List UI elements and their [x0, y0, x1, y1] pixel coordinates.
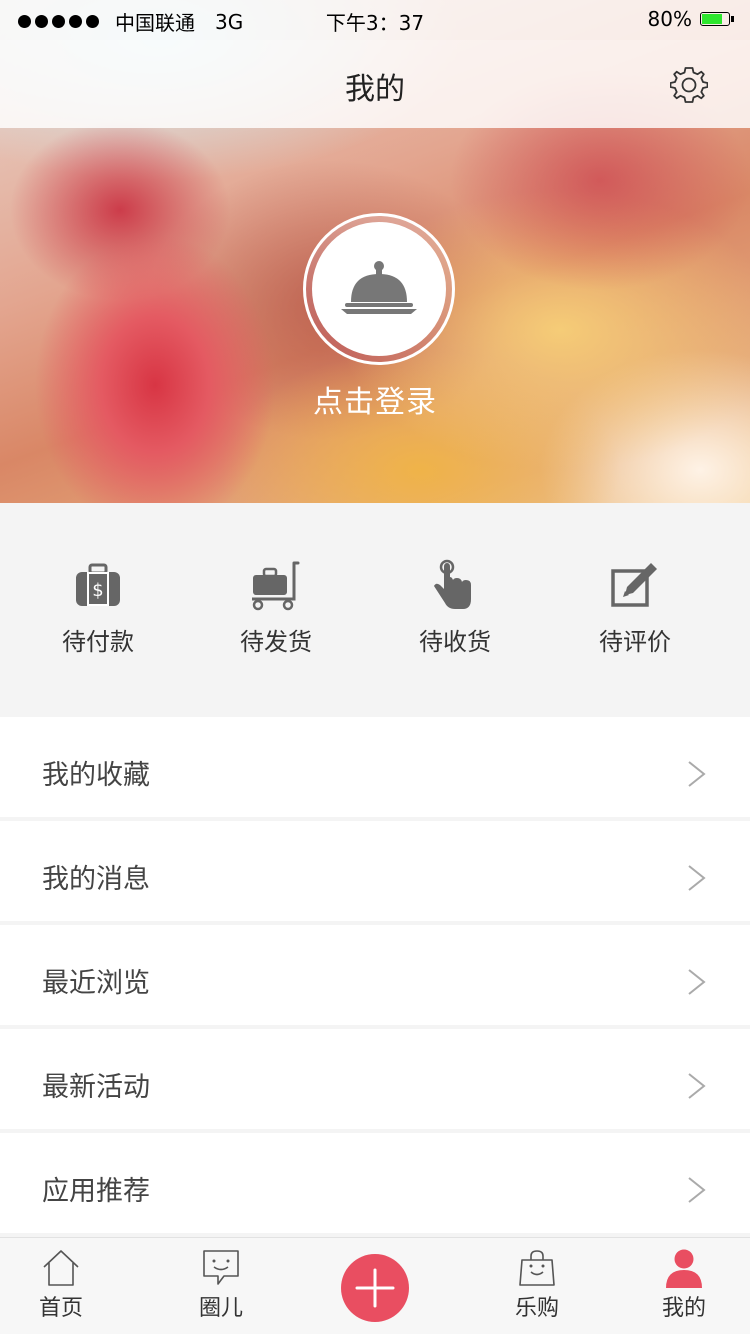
avatar [312, 222, 446, 356]
pending-review-label: 待评价 [599, 628, 671, 656]
settings-menu: 我的收藏 我的消息 最近浏览 最新活动 应用推荐 [0, 717, 750, 1237]
battery-icon [700, 12, 734, 26]
home-icon [43, 1250, 79, 1286]
pending-shipment-label: 待发货 [240, 628, 312, 656]
clock: 下午3：37 [325, 11, 425, 35]
menu-item-label: 我的收藏 [42, 760, 150, 791]
page-title: 我的 [345, 72, 405, 107]
menu-item-activities[interactable]: 最新活动 [0, 1029, 750, 1129]
menu-item-label: 最近浏览 [42, 968, 150, 999]
pending-review-button[interactable]: 待评价 [545, 559, 725, 669]
luggage-cart-icon [252, 561, 300, 611]
chevron-right-icon [688, 865, 706, 891]
chevron-right-icon [688, 1177, 706, 1203]
pending-receipt-button[interactable]: 待收货 [365, 559, 545, 669]
navigation-bar: 我的 [0, 40, 750, 128]
tab-circle-label: 圈儿 [198, 1296, 243, 1321]
settings-button[interactable] [669, 66, 709, 104]
wallet-icon: $ [76, 563, 120, 606]
tab-home-label: 首页 [38, 1296, 83, 1321]
login-button[interactable]: 点击登录 [0, 377, 750, 421]
svg-text:$: $ [92, 580, 103, 601]
pending-payment-button[interactable]: $ 待付款 [8, 559, 188, 669]
chevron-right-icon [688, 1073, 706, 1099]
tab-circle[interactable]: 圈儿 [166, 1248, 276, 1332]
menu-item-label: 我的消息 [42, 864, 150, 895]
pending-receipt-label: 待收货 [419, 628, 491, 656]
pending-shipment-button[interactable]: 待发货 [186, 559, 366, 669]
profile-header: 中国联通 3G 下午3：37 80% 我的 点击登录 [0, 0, 750, 503]
food-cloche-icon [341, 261, 417, 314]
tab-mine[interactable]: 我的 [629, 1248, 739, 1332]
status-bar: 中国联通 3G 下午3：37 80% [0, 0, 750, 40]
chevron-right-icon [688, 761, 706, 787]
menu-item-label: 最新活动 [42, 1072, 150, 1103]
chat-bubble-icon [203, 1250, 239, 1285]
battery-percent: 80% [647, 7, 692, 31]
user-icon [666, 1249, 702, 1288]
tab-home[interactable]: 首页 [6, 1248, 116, 1332]
hand-pointer-icon [434, 559, 471, 609]
menu-item-favorites[interactable]: 我的收藏 [0, 717, 750, 817]
menu-item-label: 应用推荐 [42, 1176, 150, 1207]
tab-shop[interactable]: 乐购 [482, 1248, 592, 1332]
menu-item-messages[interactable]: 我的消息 [0, 821, 750, 921]
tab-shop-label: 乐购 [514, 1296, 559, 1321]
shopping-bag-icon [519, 1250, 555, 1286]
menu-item-recommended-apps[interactable]: 应用推荐 [0, 1133, 750, 1233]
edit-icon [611, 563, 657, 607]
add-button[interactable] [341, 1254, 409, 1322]
chevron-right-icon [688, 969, 706, 995]
order-status-row: $ 待付款 待发货 待收货 待评价 [0, 503, 750, 717]
pending-payment-label: 待付款 [62, 628, 134, 656]
gear-icon [669, 67, 709, 103]
avatar-button[interactable] [303, 213, 455, 365]
menu-item-recent[interactable]: 最近浏览 [0, 925, 750, 1025]
plus-icon [355, 1268, 395, 1308]
tab-mine-label: 我的 [661, 1296, 706, 1321]
